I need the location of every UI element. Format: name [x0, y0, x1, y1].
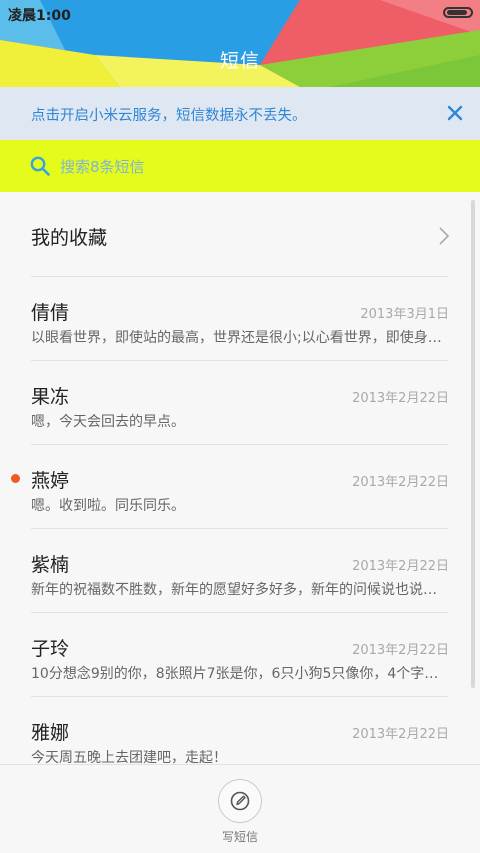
close-icon[interactable]: [443, 101, 467, 125]
conversation-row[interactable]: 倩倩 2013年3月1日 以眼看世界，即使站的最高，世界还是很小;以心看世界，即…: [0, 276, 480, 360]
status-time: 凌晨1:00: [8, 8, 71, 24]
conversation-row[interactable]: 燕婷 2013年2月22日 嗯。收到啦。同乐同乐。: [0, 444, 480, 528]
conversation-list[interactable]: 我的收藏 倩倩 2013年3月1日 以眼看世界，即使站的最高，世界还是很小;以心…: [0, 192, 480, 764]
unread-indicator: [11, 474, 20, 483]
message-date: 2013年2月22日: [352, 559, 449, 574]
battery-fill: [447, 10, 467, 15]
compose-icon: [230, 791, 250, 811]
chevron-right-icon: [439, 227, 450, 245]
favorites-row[interactable]: 我的收藏: [0, 192, 480, 276]
scrollbar[interactable]: [471, 200, 475, 688]
message-date: 2013年2月22日: [352, 727, 449, 742]
message-date: 2013年3月1日: [360, 307, 449, 322]
contact-name: 燕婷: [31, 470, 70, 492]
message-date: 2013年2月22日: [352, 643, 449, 658]
conversation-row[interactable]: 紫楠 2013年2月22日 新年的祝福数不胜数，新年的愿望好多好多，新年的问候说…: [0, 528, 480, 612]
message-preview: 今天周五晚上去团建吧，走起！: [31, 750, 227, 764]
favorites-label: 我的收藏: [31, 227, 108, 249]
header-background: [0, 0, 480, 87]
compose-label: 写短信: [221, 830, 258, 844]
contact-name: 雅娜: [31, 722, 70, 744]
contact-name: 子玲: [31, 638, 70, 660]
compose-button[interactable]: [218, 779, 262, 823]
contact-name: 果冻: [31, 386, 70, 408]
header: 凌晨1:00 短信: [0, 0, 480, 87]
contact-name: 倩倩: [31, 302, 70, 324]
conversation-row[interactable]: 子玲 2013年2月22日 10分想念9别的你，8张照片7张是你，6只小狗5只像…: [0, 612, 480, 696]
battery-icon: [443, 7, 473, 18]
message-date: 2013年2月22日: [352, 475, 449, 490]
banner-text[interactable]: 点击开启小米云服务，短信数据永不丢失。: [31, 104, 307, 125]
conversation-row[interactable]: 果冻 2013年2月22日 嗯，今天会回去的早点。: [0, 360, 480, 444]
message-preview: 新年的祝福数不胜数，新年的愿望好多好多，新年的问候说也说不完: [31, 582, 447, 598]
cloud-service-banner[interactable]: 点击开启小米云服务，短信数据永不丢失。: [0, 87, 480, 140]
conversation-row[interactable]: 雅娜 2013年2月22日 今天周五晚上去团建吧，走起！: [0, 696, 480, 764]
contact-name: 紫楠: [31, 554, 70, 576]
search-input[interactable]: [58, 154, 362, 180]
message-preview: 10分想念9别的你，8张照片7张是你，6只小狗5只像你，4个字送你: [31, 666, 447, 682]
bottom-bar: 写短信: [0, 764, 480, 853]
message-date: 2013年2月22日: [352, 391, 449, 406]
message-preview: 以眼看世界，即使站的最高，世界还是很小;以心看世界，即使身处最低，世界也是很大: [31, 330, 447, 346]
search-icon: [30, 156, 50, 176]
message-preview: 嗯。收到啦。同乐同乐。: [31, 498, 185, 514]
search-bar[interactable]: [0, 140, 480, 192]
message-preview: 嗯，今天会回去的早点。: [31, 414, 185, 430]
page-title: 短信: [219, 50, 260, 72]
